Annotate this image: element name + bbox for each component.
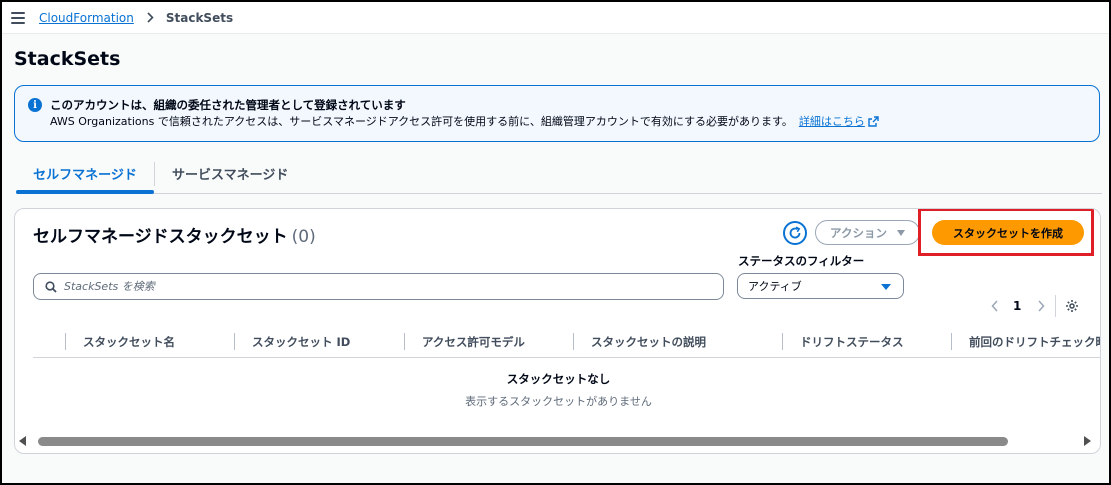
item-count: (0): [291, 227, 316, 247]
refresh-icon: [789, 226, 801, 239]
chevron-left-icon: [991, 300, 998, 312]
refresh-button[interactable]: [783, 221, 807, 245]
chevron-right-icon: [1038, 300, 1045, 312]
page-title: StackSets: [14, 48, 121, 70]
column-divider: [782, 333, 783, 350]
chevron-right-icon: [144, 12, 156, 24]
scroll-left-arrow[interactable]: [19, 436, 26, 446]
horizontal-scrollbar-thumb[interactable]: [38, 437, 1008, 446]
empty-state-subtitle: 表示するスタックセットがありません: [465, 395, 652, 408]
tab-divider: [154, 162, 155, 186]
search-field[interactable]: [33, 273, 724, 300]
external-link-icon: [868, 116, 879, 127]
search-input[interactable]: [64, 280, 664, 293]
top-bar: CloudFormation StackSets: [2, 2, 1109, 34]
gear-icon: [1066, 300, 1079, 312]
column-header-permission-model[interactable]: アクセス許可モデル: [422, 334, 525, 350]
column-header-drift-status[interactable]: ドリフトステータス: [800, 334, 904, 350]
app-window: CloudFormation StackSets StackSets i このア…: [0, 0, 1111, 485]
column-header-id[interactable]: スタックセット ID: [252, 334, 350, 350]
status-filter-select[interactable]: アクティブ: [737, 273, 904, 299]
previous-page-button[interactable]: [987, 300, 1003, 312]
banner-body-text: AWS Organizations で信頼されたアクセスは、サービスマネージドア…: [50, 115, 793, 128]
column-header-description[interactable]: スタックセットの説明: [591, 334, 706, 350]
status-filter-value: アクティブ: [748, 280, 802, 293]
container-title: セルフマネージドスタックセット (0): [33, 222, 316, 247]
scroll-right-arrow[interactable]: [1084, 436, 1091, 446]
actions-label: アクション: [830, 225, 887, 240]
learn-more-link[interactable]: 詳細はこちら: [799, 115, 879, 128]
tab-self-managed[interactable]: セルフマネージド: [16, 154, 154, 194]
learn-more-label: 詳細はこちら: [798, 115, 865, 128]
column-divider: [573, 333, 574, 350]
column-header-last-drift-check[interactable]: 前回のドリフトチェック時: [969, 334, 1100, 350]
column-divider: [951, 333, 952, 350]
column-header-name[interactable]: スタックセット名: [83, 334, 175, 350]
banner-body: AWS Organizations で信頼されたアクセスは、サービスマネージドア…: [50, 113, 879, 129]
caret-down-icon: [896, 229, 905, 236]
column-divider: [65, 333, 66, 350]
column-divider: [404, 333, 405, 350]
column-divider: [234, 333, 235, 350]
tab-bar: セルフマネージド サービスマネージド: [16, 154, 1102, 194]
current-page-number[interactable]: 1: [1013, 299, 1021, 313]
breadcrumb-cloudformation-link[interactable]: CloudFormation: [39, 11, 134, 25]
status-filter-label: ステータスのフィルター: [738, 254, 865, 268]
create-stackset-button[interactable]: スタックセットを作成: [932, 220, 1084, 245]
tab-service-managed[interactable]: サービスマネージド: [172, 154, 288, 192]
breadcrumb-current: StackSets: [165, 10, 234, 25]
stacksets-container: セルフマネージドスタックセット (0) アクション スタックセットを作成 ステータ…: [14, 208, 1101, 454]
info-icon: i: [28, 98, 42, 112]
table-header: スタックセット名 スタックセット ID アクセス許可モデル スタックセットの説明…: [33, 330, 1100, 358]
info-banner: i このアカウントは、組織の委任された管理者として登録されています AWS Or…: [14, 85, 1100, 142]
table-settings-button[interactable]: [1065, 299, 1079, 313]
search-icon: [45, 280, 57, 293]
menu-icon[interactable]: [11, 11, 25, 24]
caret-down-icon: [881, 284, 891, 290]
actions-dropdown-button[interactable]: アクション: [815, 220, 920, 245]
next-page-button[interactable]: [1033, 300, 1049, 312]
pagination: 1: [987, 295, 1079, 317]
empty-state-title: スタックセットなし: [506, 372, 611, 386]
container-title-text: セルフマネージドスタックセット: [33, 227, 288, 247]
pager-divider: [1055, 295, 1057, 317]
banner-title: このアカウントは、組織の委任された管理者として登録されています: [50, 98, 406, 112]
